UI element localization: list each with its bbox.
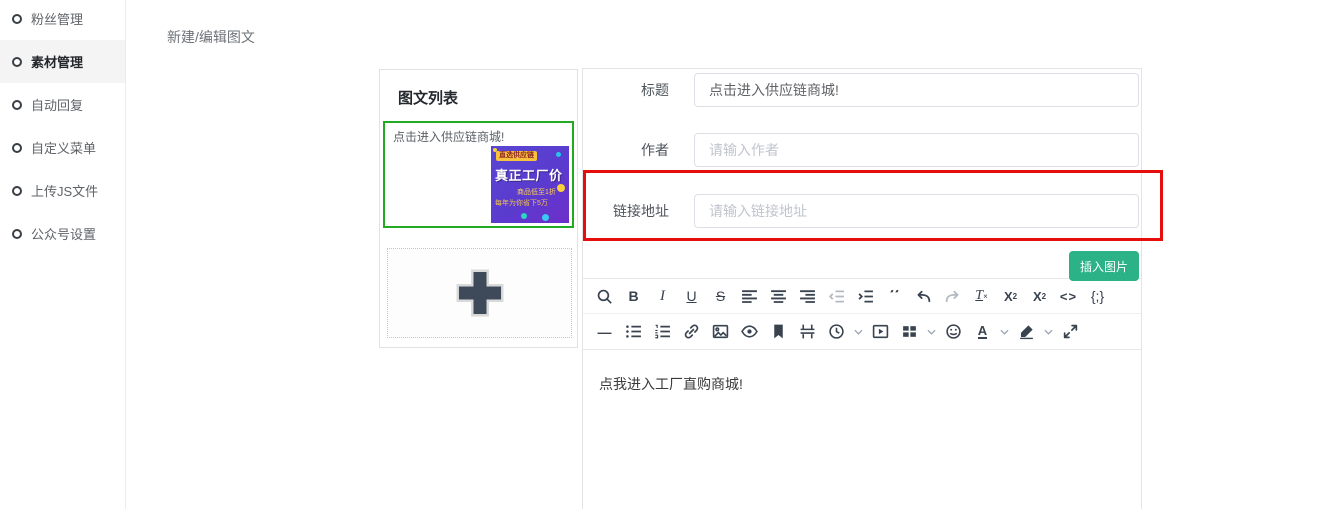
thumb-line1: 商品低至1折 (517, 187, 556, 197)
highlight-pen-icon[interactable] (1012, 315, 1041, 349)
form-row-title: 标题 (583, 73, 1141, 107)
author-label: 作者 (583, 133, 669, 167)
editor-content-area[interactable]: 点我进入工厂直购商城! (583, 349, 1141, 509)
editor-toolbar: B I U S ” (583, 278, 1141, 350)
indent-icon[interactable] (851, 279, 880, 313)
ordered-list-icon[interactable] (648, 315, 677, 349)
sidebar-item-account-settings[interactable]: 公众号设置 (0, 212, 125, 255)
thumb-headline: 真正工厂价 (495, 165, 563, 184)
clear-format-icon[interactable]: T× (967, 279, 996, 313)
highlight-dropdown-chevron-icon[interactable] (1041, 315, 1056, 349)
article-list-title: 图文列表 (380, 70, 577, 118)
sidebar-item-label: 公众号设置 (31, 224, 96, 243)
app-window: 粉丝管理 素材管理 自动回复 自定义菜单 上传JS文件 公众号设置 (0, 0, 1327, 509)
radio-circle-icon (12, 100, 22, 110)
add-article-button[interactable] (387, 248, 572, 338)
clock-icon[interactable] (822, 315, 851, 349)
sidebar-item-label: 素材管理 (31, 52, 83, 71)
page-title: 新建/编辑图文 (167, 27, 255, 47)
decor-dot (521, 213, 527, 219)
undo-icon[interactable] (909, 279, 938, 313)
sidebar-item-label: 上传JS文件 (31, 181, 98, 200)
radio-circle-icon (12, 57, 22, 67)
editor-text: 点我进入工厂直购商城! (599, 376, 743, 392)
thumb-line2: 每年为你省下5万 (495, 198, 548, 208)
radio-circle-icon (12, 229, 22, 239)
decor-dot (541, 213, 550, 222)
author-input[interactable] (694, 133, 1139, 167)
sidebar-item-fans[interactable]: 粉丝管理 (0, 0, 125, 40)
form-row-link: 链接地址 (583, 194, 1141, 228)
superscript-icon[interactable]: X2 (1025, 279, 1054, 313)
align-left-icon[interactable] (735, 279, 764, 313)
underline-icon[interactable]: U (677, 279, 706, 313)
decor-dot (557, 184, 565, 192)
strikethrough-icon[interactable]: S (706, 279, 735, 313)
fullscreen-icon[interactable] (1056, 315, 1085, 349)
article-editor-card: 标题 作者 链接地址 插入图片 B I U S (582, 68, 1142, 509)
emoji-icon[interactable] (939, 315, 968, 349)
plus-icon (451, 264, 509, 322)
font-color-icon[interactable]: A (968, 315, 997, 349)
thumb-badge: 直选供应链 (496, 151, 537, 161)
align-center-icon[interactable] (764, 279, 793, 313)
sidebar-item-autoreply[interactable]: 自动回复 (0, 83, 125, 126)
title-input[interactable] (694, 73, 1139, 107)
title-label: 标题 (583, 73, 669, 107)
italic-icon[interactable]: I (648, 279, 677, 313)
search-icon[interactable] (590, 279, 619, 313)
sidebar-item-material[interactable]: 素材管理 (0, 40, 125, 83)
sidebar: 粉丝管理 素材管理 自动回复 自定义菜单 上传JS文件 公众号设置 (0, 0, 126, 509)
radio-circle-icon (12, 186, 22, 196)
subscript-icon[interactable]: X2 (996, 279, 1025, 313)
sidebar-item-label: 自动回复 (31, 95, 83, 114)
sidebar-item-custom-menu[interactable]: 自定义菜单 (0, 126, 125, 169)
radio-circle-icon (12, 14, 22, 24)
table-icon[interactable] (895, 315, 924, 349)
inline-code-icon[interactable]: <> (1054, 279, 1083, 313)
link-icon[interactable] (677, 315, 706, 349)
video-icon[interactable] (866, 315, 895, 349)
sidebar-item-upload-js[interactable]: 上传JS文件 (0, 169, 125, 212)
sidebar-item-label: 粉丝管理 (31, 9, 83, 28)
horizontal-rule-icon[interactable]: — (590, 315, 619, 349)
preview-eye-icon[interactable] (735, 315, 764, 349)
toolbar-row-1: B I U S ” (583, 279, 1141, 314)
insert-image-button[interactable]: 插入图片 (1069, 251, 1139, 281)
sidebar-item-label: 自定义菜单 (31, 138, 96, 157)
link-label: 链接地址 (583, 194, 669, 228)
article-thumbnail-image: 直选供应链 真正工厂价 商品低至1折 每年为你省下5万 (491, 146, 569, 223)
bookmark-icon[interactable] (764, 315, 793, 349)
font-color-dropdown-chevron-icon[interactable] (997, 315, 1012, 349)
toolbar-row-2: — (583, 314, 1141, 349)
align-right-icon[interactable] (793, 279, 822, 313)
table-dropdown-chevron-icon[interactable] (924, 315, 939, 349)
image-icon[interactable] (706, 315, 735, 349)
article-list-panel: 图文列表 点击进入供应链商城! 直选供应链 真正工厂价 商品低至1折 每年为你省… (379, 69, 578, 348)
redo-icon[interactable] (938, 279, 967, 313)
link-input[interactable] (694, 194, 1139, 228)
article-list-item-selected[interactable]: 点击进入供应链商城! 直选供应链 真正工厂价 商品低至1折 每年为你省下5万 (383, 121, 574, 228)
radio-circle-icon (12, 143, 22, 153)
decor-dot (556, 152, 561, 157)
bullet-list-icon[interactable] (619, 315, 648, 349)
bold-icon[interactable]: B (619, 279, 648, 313)
outdent-icon[interactable] (822, 279, 851, 313)
code-block-icon[interactable]: {;} (1083, 279, 1112, 313)
page-break-icon[interactable] (793, 315, 822, 349)
clock-dropdown-chevron-icon[interactable] (851, 315, 866, 349)
blockquote-icon[interactable]: ” (880, 279, 909, 313)
form-row-author: 作者 (583, 133, 1141, 167)
